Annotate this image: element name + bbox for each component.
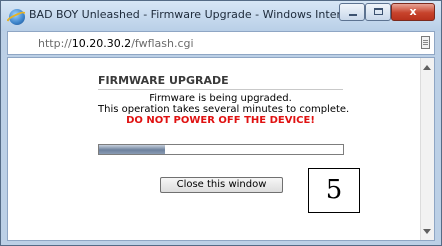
power-warning: DO NOT POWER OFF THE DEVICE! xyxy=(126,115,315,126)
upgrade-progress-bar xyxy=(98,144,344,155)
minimize-button[interactable] xyxy=(339,3,365,21)
address-url: http://10.20.30.2/fwflash.cgi xyxy=(38,37,194,50)
heading-divider xyxy=(98,89,343,90)
duration-message: This operation takes several minutes to … xyxy=(98,104,350,115)
url-path: /fwflash.cgi xyxy=(131,37,194,50)
address-bar[interactable]: http://10.20.30.2/fwflash.cgi xyxy=(7,31,435,55)
maximize-button[interactable] xyxy=(365,3,391,21)
step-number-callout: 5 xyxy=(308,168,360,213)
vertical-scrollbar[interactable] xyxy=(420,58,434,240)
page-icon[interactable] xyxy=(421,36,430,49)
scroll-up-arrow-icon[interactable] xyxy=(423,65,431,70)
scroll-down-arrow-icon[interactable] xyxy=(423,229,431,234)
url-host: 10.20.30.2 xyxy=(71,37,132,50)
title-bar[interactable]: BAD BOY Unleashed - Firmware Upgrade - W… xyxy=(1,1,441,31)
firmware-upgrade-heading: FIRMWARE UPGRADE xyxy=(98,74,229,87)
status-message: Firmware is being upgraded. xyxy=(149,93,292,104)
internet-explorer-icon xyxy=(9,9,25,25)
ie-window: BAD BOY Unleashed - Firmware Upgrade - W… xyxy=(0,0,442,246)
close-this-window-button[interactable]: Close this window xyxy=(160,177,283,193)
close-window-x-button[interactable]: x xyxy=(391,3,435,21)
page-content: FIRMWARE UPGRADE Firmware is being upgra… xyxy=(7,57,435,241)
progress-fill xyxy=(99,145,165,154)
url-protocol: http:// xyxy=(38,37,72,50)
